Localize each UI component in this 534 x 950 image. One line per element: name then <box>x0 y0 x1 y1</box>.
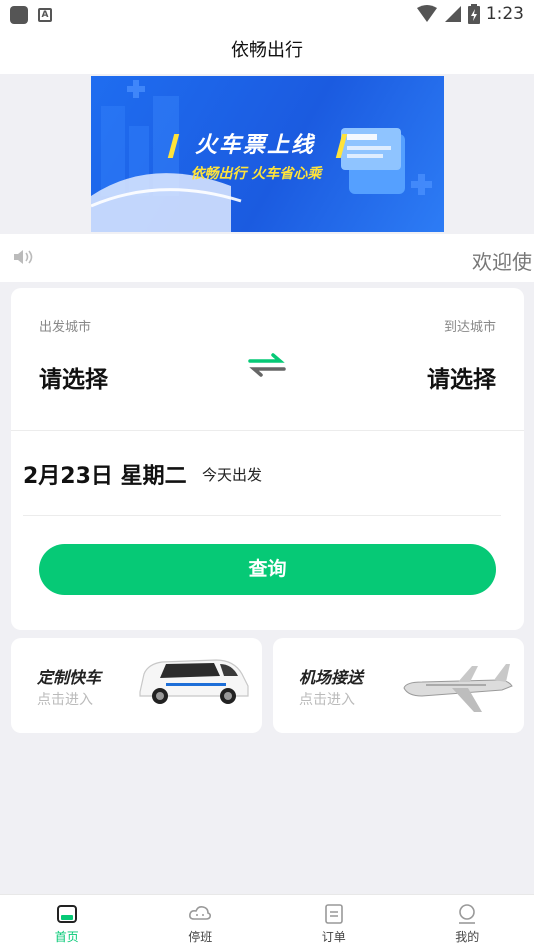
search-button[interactable]: 查询 <box>39 544 496 595</box>
notification-icon <box>10 6 28 24</box>
signal-icon <box>444 6 461 22</box>
departure-city-select[interactable]: 请选择 <box>39 360 108 394</box>
custom-express-tile[interactable]: 定制快车 点击进入 <box>11 638 262 733</box>
arrival-city-label: 到达城市 <box>443 320 496 335</box>
custom-express-title: 定制快车 <box>37 668 102 687</box>
tab-profile-label: 我的 <box>455 930 480 944</box>
airport-transfer-title: 机场接送 <box>299 668 364 687</box>
airport-transfer-tile[interactable]: 机场接送 点击进入 <box>273 638 524 733</box>
promo-banner[interactable]: 火车票上线 依畅出行 火车省心乘 <box>91 76 444 232</box>
status-left: A <box>10 6 52 24</box>
home-icon <box>56 905 77 923</box>
airplane-icon <box>403 664 513 712</box>
bottom-tab-bar: 首页 停班 订单 我的 <box>0 894 534 950</box>
wifi-icon <box>416 5 437 22</box>
notice-text: 欢迎使 <box>472 250 532 274</box>
custom-express-subtitle: 点击进入 <box>37 692 93 708</box>
tab-orders[interactable]: 订单 <box>267 895 401 950</box>
banner-area: 火车票上线 依畅出行 火车省心乘 <box>0 74 534 234</box>
tab-suspended[interactable]: 停班 <box>134 895 268 950</box>
tab-home[interactable]: 首页 <box>0 895 134 950</box>
font-indicator-icon: A <box>38 8 52 22</box>
speaker-icon <box>14 250 33 264</box>
booking-card: 出发城市 到达城市 请选择 请选择 2月23日 星期二 今天出发 查询 <box>11 288 524 630</box>
status-time: 1:23 <box>485 4 524 24</box>
battery-icon <box>467 4 480 24</box>
departure-date-hint: 今天出发 <box>202 466 263 484</box>
cloud-icon <box>189 906 212 920</box>
order-icon <box>324 904 343 924</box>
minivan-icon <box>139 659 249 704</box>
arrival-city-select[interactable]: 请选择 <box>427 360 496 394</box>
card-divider <box>11 430 524 431</box>
tab-orders-label: 订单 <box>321 930 346 944</box>
banner-subtitle: 依畅出行 火车省心乘 <box>190 166 322 182</box>
airport-transfer-subtitle: 点击进入 <box>299 692 355 708</box>
tab-home-label: 首页 <box>54 930 79 944</box>
departure-city-label: 出发城市 <box>39 320 92 335</box>
status-right: 1:23 <box>416 4 524 24</box>
card-divider-2 <box>23 515 501 516</box>
banner-title: 火车票上线 <box>194 133 315 158</box>
tab-profile[interactable]: 我的 <box>401 895 534 950</box>
swap-cities-icon[interactable] <box>248 352 286 378</box>
tab-suspended-label: 停班 <box>188 930 213 944</box>
departure-date[interactable]: 2月23日 星期二 <box>23 458 187 490</box>
status-bar: A 1:23 <box>0 0 534 28</box>
profile-icon <box>459 904 476 924</box>
notice-bar: 欢迎使 <box>0 234 534 282</box>
page-title: 依畅出行 <box>0 28 534 74</box>
